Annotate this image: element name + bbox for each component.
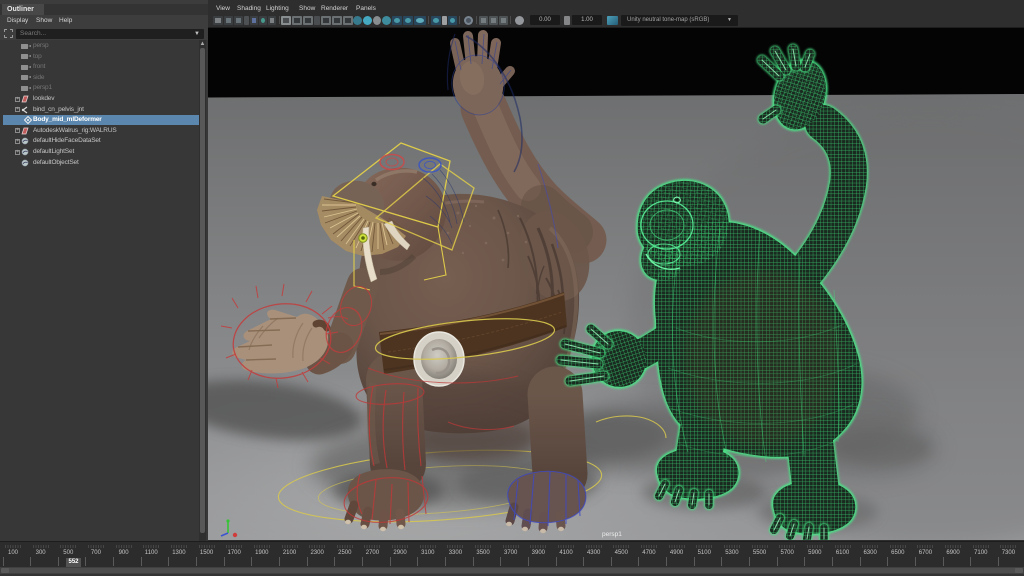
- svg-text:persp1: persp1: [602, 531, 622, 538]
